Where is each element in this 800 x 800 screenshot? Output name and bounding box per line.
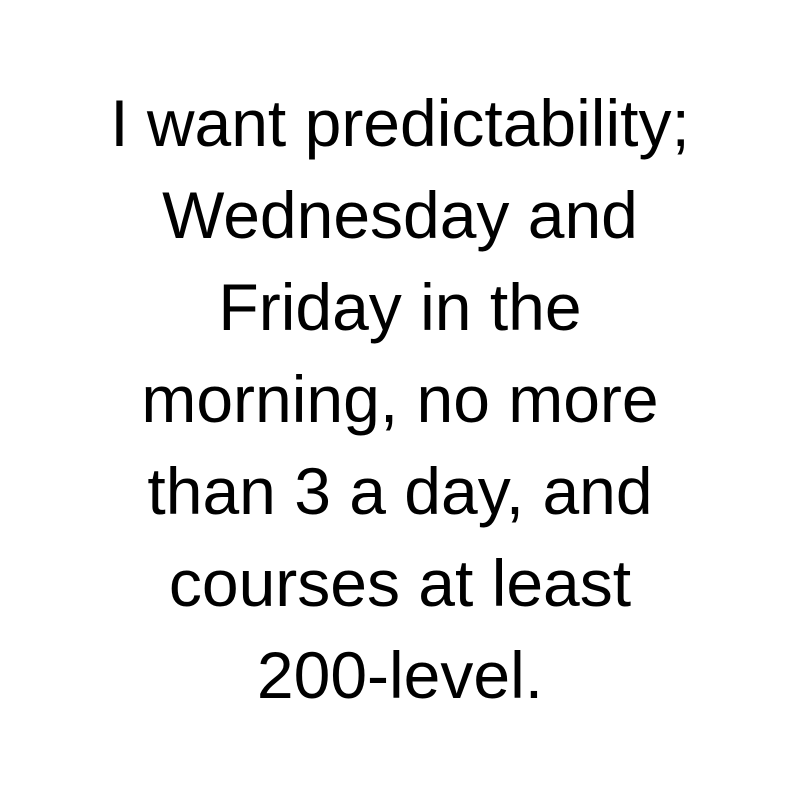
message-line: morning, no more (141, 362, 659, 436)
message-line: Friday in the (218, 270, 582, 344)
message-line: Wednesday and (162, 178, 638, 252)
message-canvas: I want predictability; Wednesday and Fri… (0, 0, 800, 800)
message-line: 200-level. (256, 638, 544, 712)
message-text: I want predictability; Wednesday and Fri… (0, 77, 800, 721)
message-line: courses at least (168, 546, 632, 620)
message-line: I want predictability; (110, 86, 690, 160)
message-line: than 3 a day, and (147, 454, 653, 528)
